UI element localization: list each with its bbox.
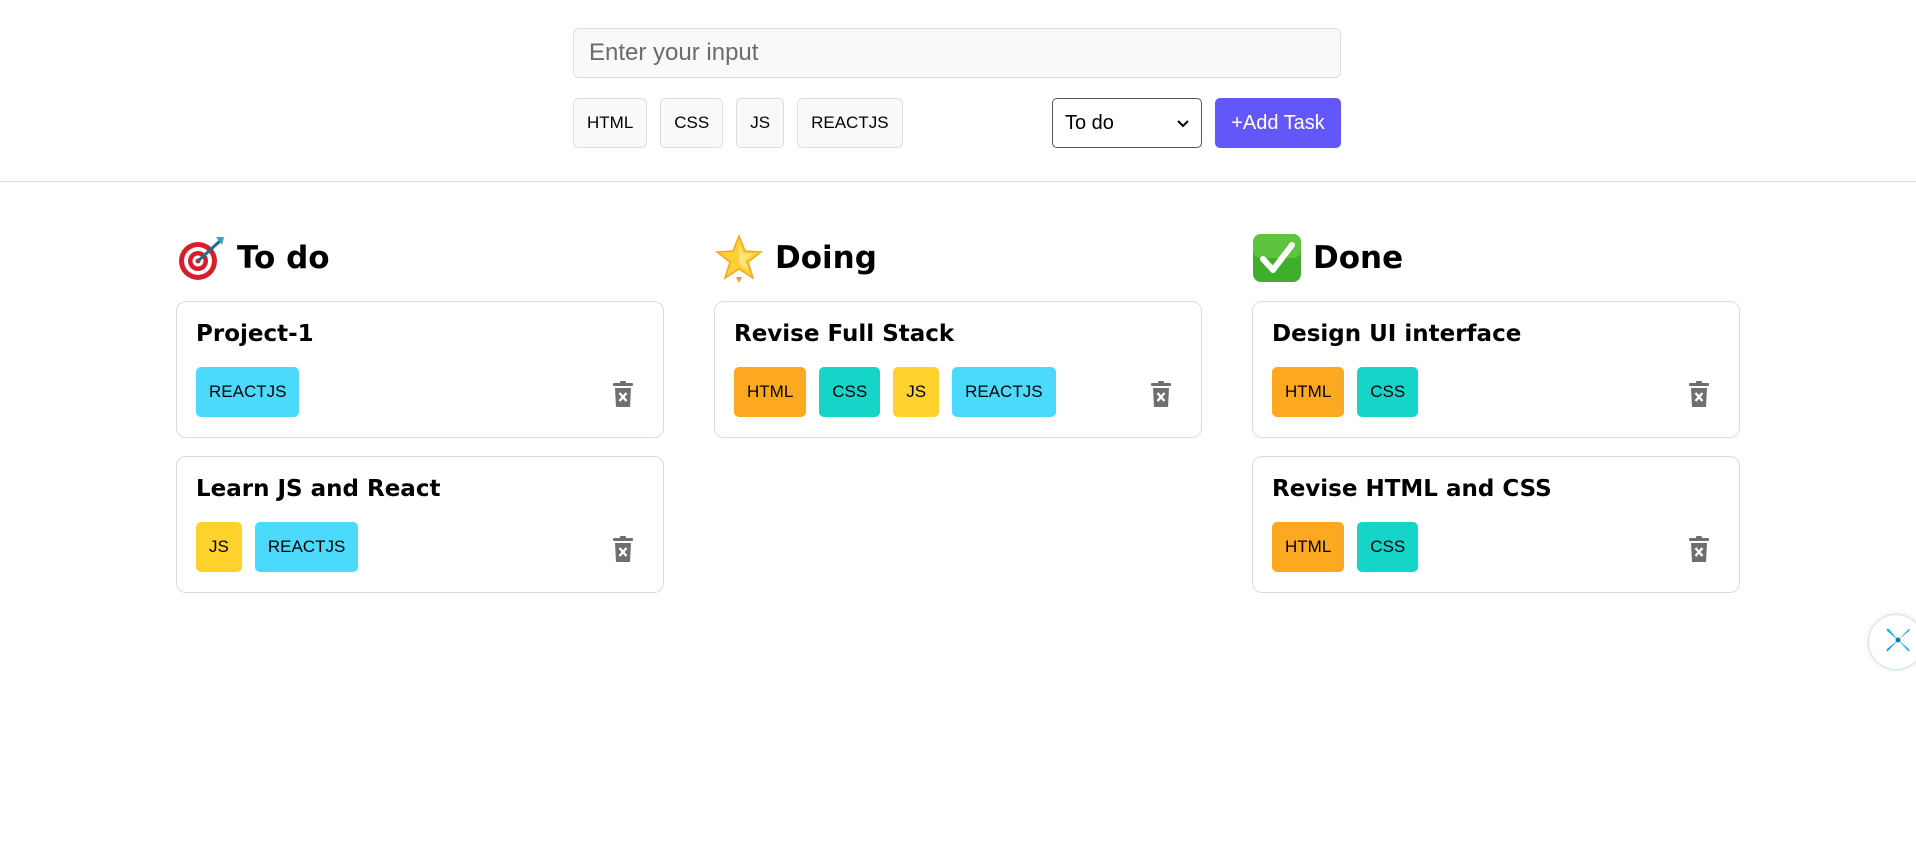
tag-option-css[interactable]: CSS [660, 98, 724, 148]
task-title: Revise HTML and CSS [1272, 476, 1552, 502]
delete-icon[interactable] [1687, 380, 1711, 408]
tag-selector: HTML CSS JS REACTJS [573, 98, 903, 148]
column-todo: To do Project-1 REACTJS Learn JS and Rea… [176, 232, 664, 593]
assistant-widget-button[interactable] [1868, 614, 1916, 670]
task-tags: HTML CSS [1272, 522, 1720, 572]
delete-icon[interactable] [1149, 380, 1173, 408]
task-card: Project-1 REACTJS [176, 301, 664, 438]
status-dropdown-value: To do [1065, 111, 1114, 134]
delete-icon[interactable] [1687, 535, 1711, 563]
task-title: Design UI interface [1272, 321, 1522, 347]
task-title: Revise Full Stack [734, 321, 955, 347]
tag-js: JS [196, 522, 242, 572]
column-header: Doing [714, 232, 1202, 284]
column-title: Done [1313, 240, 1404, 276]
delete-icon[interactable] [611, 535, 635, 563]
target-icon [176, 233, 226, 283]
task-title: Project-1 [196, 321, 314, 347]
tag-js: JS [893, 367, 940, 417]
task-form: HTML CSS JS REACTJS To do +Add Task [0, 0, 1916, 182]
task-card: Design UI interface HTML CSS [1252, 301, 1740, 438]
task-card: Revise HTML and CSS HTML CSS [1252, 456, 1740, 593]
column-done: Done Design UI interface HTML CSS Revise… [1252, 232, 1740, 593]
add-task-button[interactable]: +Add Task [1215, 98, 1341, 148]
tag-html: HTML [734, 367, 807, 417]
tag-css: CSS [1357, 367, 1419, 417]
delete-icon[interactable] [611, 380, 635, 408]
chevron-down-icon [1177, 116, 1189, 131]
tag-html: HTML [1272, 522, 1345, 572]
tag-css: CSS [1357, 522, 1419, 572]
tag-option-html[interactable]: HTML [573, 98, 648, 148]
task-input[interactable] [573, 28, 1341, 78]
tag-css: CSS [819, 367, 881, 417]
tag-reactjs: REACTJS [952, 367, 1056, 417]
task-tags: REACTJS [196, 367, 644, 417]
status-dropdown[interactable]: To do [1052, 98, 1202, 148]
tag-reactjs: REACTJS [196, 367, 300, 417]
check-mark-icon [1252, 233, 1302, 283]
column-title: To do [237, 240, 330, 276]
task-card: Learn JS and React JS REACTJS [176, 456, 664, 593]
task-tags: HTML CSS JS REACTJS [734, 367, 1182, 417]
tag-html: HTML [1272, 367, 1345, 417]
star-icon [714, 233, 764, 283]
task-card: Revise Full Stack HTML CSS JS REACTJS [714, 301, 1202, 438]
column-header: Done [1252, 232, 1740, 284]
task-tags: HTML CSS [1272, 367, 1720, 417]
tag-option-reactjs[interactable]: REACTJS [797, 98, 903, 148]
column-doing: Doing Revise Full Stack HTML CSS JS REAC… [714, 232, 1202, 438]
sparkle-icon [1883, 625, 1913, 660]
task-tags: JS REACTJS [196, 522, 644, 572]
tag-reactjs: REACTJS [254, 522, 359, 572]
tag-option-js[interactable]: JS [736, 98, 785, 148]
column-header: To do [176, 232, 664, 284]
task-title: Learn JS and React [196, 476, 441, 502]
column-title: Doing [775, 240, 877, 276]
